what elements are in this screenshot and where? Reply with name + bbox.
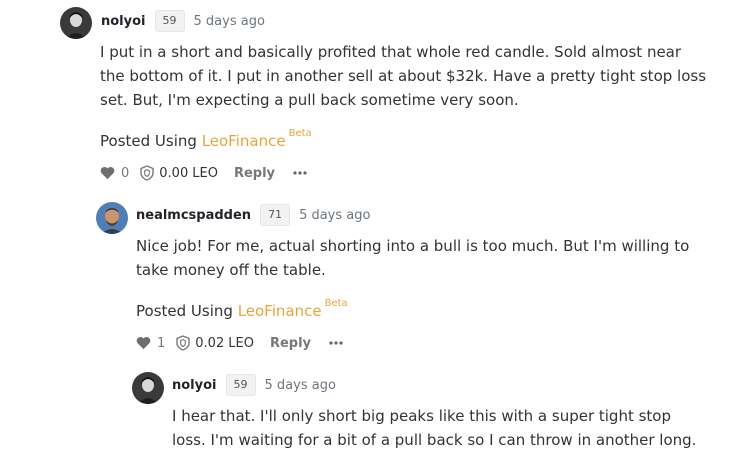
- comment-body-line: set. But, I'm expecting a pull back some…: [100, 91, 519, 109]
- beta-badge: Beta: [288, 128, 312, 139]
- reply-button[interactable]: Reply: [270, 336, 311, 351]
- comment-body-line: loss. I'm waiting for a bit of a pull ba…: [172, 431, 697, 449]
- heart-icon[interactable]: [136, 336, 151, 350]
- comment-body: I put in a short and basically profited …: [100, 40, 706, 112]
- author-name[interactable]: nealmcspadden: [136, 208, 251, 223]
- comment-body-line: Nice job! For me, actual shorting into a…: [136, 237, 690, 255]
- leo-token-icon: [175, 335, 191, 351]
- posted-using-label: Posted Using: [100, 132, 197, 150]
- author-name[interactable]: nolyoi: [172, 378, 217, 393]
- reply-button[interactable]: Reply: [234, 166, 275, 181]
- more-options-icon[interactable]: [329, 341, 343, 345]
- leofinance-link[interactable]: LeoFinance: [202, 132, 286, 150]
- payout-amount[interactable]: 0.00: [159, 166, 188, 181]
- comment-body-line: I hear that. I'll only short big peaks l…: [172, 407, 672, 425]
- timestamp[interactable]: 5 days ago: [299, 208, 370, 223]
- vote-count[interactable]: 0: [121, 166, 129, 181]
- avatar[interactable]: [96, 202, 128, 234]
- avatar-image: [60, 7, 92, 39]
- reputation-badge: 59: [225, 374, 256, 396]
- comment-body-line: take money off the table.: [136, 261, 326, 279]
- comment-actions: 1 0.02 LEO Reply: [136, 333, 343, 353]
- payout-unit: LEO: [228, 335, 254, 351]
- vote-count[interactable]: 1: [157, 336, 165, 351]
- avatar-image: [132, 372, 164, 404]
- payout-unit: LEO: [192, 165, 218, 181]
- avatar-image: [96, 202, 128, 234]
- comment-actions: 0 0.00 LEO Reply: [100, 163, 307, 183]
- leo-token-icon: [139, 165, 155, 181]
- leofinance-link[interactable]: LeoFinance: [238, 302, 322, 320]
- posted-using: Posted Using LeoFinance Beta: [100, 128, 312, 150]
- heart-icon[interactable]: [100, 166, 115, 180]
- beta-badge: Beta: [324, 298, 348, 309]
- avatar[interactable]: [132, 372, 164, 404]
- posted-using-label: Posted Using: [136, 302, 233, 320]
- payout-amount[interactable]: 0.02: [195, 336, 224, 351]
- author-name[interactable]: nolyoi: [101, 14, 146, 29]
- timestamp[interactable]: 5 days ago: [194, 14, 265, 29]
- more-options-icon[interactable]: [293, 171, 307, 175]
- avatar[interactable]: [60, 7, 92, 39]
- comment-body-line: the bottom of it. I put in another sell …: [100, 67, 707, 85]
- reputation-badge: 59: [154, 10, 185, 32]
- reputation-badge: 71: [260, 204, 291, 226]
- comment-thread: nolyoi 59 5 days ago I put in a short an…: [0, 0, 750, 456]
- comment-body: Nice job! For me, actual shorting into a…: [136, 234, 689, 282]
- comment-body-line: I put in a short and basically profited …: [100, 43, 682, 61]
- comment-body: I hear that. I'll only short big peaks l…: [172, 404, 696, 452]
- posted-using: Posted Using LeoFinance Beta: [136, 298, 348, 320]
- timestamp[interactable]: 5 days ago: [265, 378, 336, 393]
